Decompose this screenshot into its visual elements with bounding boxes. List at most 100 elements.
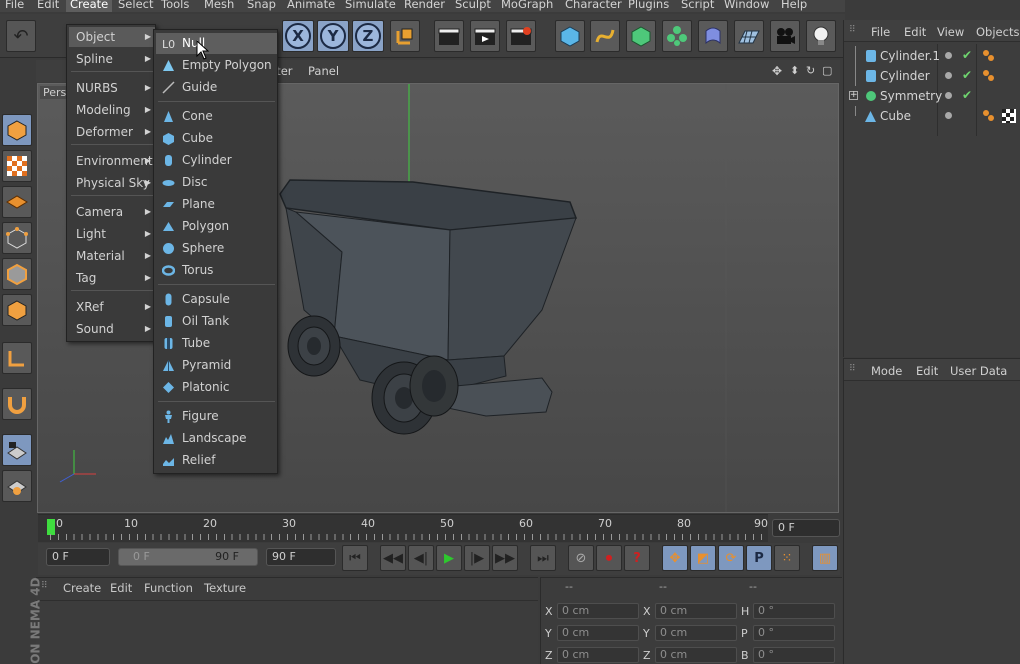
axis-mode-button[interactable]	[2, 342, 32, 374]
start-frame-field[interactable]: 0 F	[46, 548, 110, 566]
create-menu-deformer[interactable]: Deformer ▶	[69, 122, 155, 142]
size-y-field[interactable]: 0 cm	[655, 625, 737, 641]
create-menu-material[interactable]: Material ▶	[69, 246, 155, 266]
menu-file[interactable]: File	[1, 0, 28, 12]
object-menu-platonic[interactable]: Platonic	[156, 377, 277, 398]
create-menu-modeling[interactable]: Modeling ▶	[69, 100, 155, 120]
object-menu-tube[interactable]: Tube	[156, 333, 277, 354]
object-menu-cube[interactable]: Cube	[156, 128, 277, 149]
object-row-cylinder1[interactable]: Cylinder.1 ✔	[844, 46, 1020, 66]
object-menu-relief[interactable]: Relief	[156, 450, 277, 471]
undo-button[interactable]: ↶	[6, 20, 36, 52]
light-button[interactable]	[806, 20, 836, 52]
autokey-button[interactable]: ⏺	[596, 545, 622, 571]
floor-button[interactable]	[734, 20, 764, 52]
create-menu-sound[interactable]: Sound ▶	[69, 319, 155, 339]
menu-script[interactable]: Script	[677, 0, 718, 12]
enabled-check-icon[interactable]: ✔	[962, 65, 972, 85]
viewport-maximize-icon[interactable]: ▢	[822, 64, 832, 77]
object-menu-polygon[interactable]: Polygon	[156, 216, 277, 237]
viewport-rotate-icon[interactable]: ↻	[806, 64, 815, 77]
points-mode-button[interactable]	[2, 222, 32, 254]
menu-tools[interactable]: Tools	[157, 0, 193, 12]
phong-tag-icon[interactable]	[982, 49, 996, 63]
menu-character[interactable]: Character	[561, 0, 626, 12]
attr-menu-mode[interactable]: Mode	[871, 364, 902, 378]
object-menu-sphere[interactable]: Sphere	[156, 238, 277, 259]
viewport-menu-panel[interactable]: Panel	[308, 64, 339, 78]
menu-plugins[interactable]: Plugins	[624, 0, 673, 12]
camera-button[interactable]	[770, 20, 800, 52]
play-button[interactable]: ▶	[436, 545, 462, 571]
expand-icon[interactable]: +	[849, 91, 858, 100]
render-view-button[interactable]	[434, 20, 464, 52]
menu-create[interactable]: Create	[66, 0, 113, 12]
mat-menu-texture[interactable]: Texture	[204, 581, 246, 595]
menu-mesh[interactable]: Mesh	[200, 0, 238, 12]
object-menu-capsule[interactable]: Capsule	[156, 289, 277, 310]
record-keys-button[interactable]: ⊘	[568, 545, 594, 571]
create-menu-nurbs[interactable]: NURBS ▶	[69, 78, 155, 98]
rotation-p-field[interactable]: 0 °	[753, 625, 835, 641]
object-menu-empty-polygon[interactable]: Empty Polygon	[156, 55, 277, 76]
workplane-lock-button[interactable]	[2, 434, 32, 466]
phong-tag-icon[interactable]	[982, 69, 996, 83]
timeline-window-button[interactable]: ▥	[812, 545, 838, 571]
cube-object-button[interactable]	[555, 20, 585, 52]
object-row-cylinder[interactable]: Cylinder ✔	[844, 66, 1020, 86]
viewport-zoom-icon[interactable]: ⬍	[790, 64, 799, 77]
object-menu-figure[interactable]: Figure	[156, 406, 277, 427]
object-menu-oil-tank[interactable]: Oil Tank	[156, 311, 277, 332]
menu-edit[interactable]: Edit	[33, 0, 63, 12]
object-name[interactable]: Cube	[880, 106, 911, 126]
object-name[interactable]: Cylinder	[880, 66, 930, 86]
snap-button[interactable]	[2, 388, 32, 420]
create-menu-environment[interactable]: Environment ▶	[69, 151, 155, 171]
object-row-symmetry[interactable]: + Symmetry ✔	[844, 86, 1020, 106]
object-name[interactable]: Cylinder.1	[880, 46, 940, 66]
menu-sculpt[interactable]: Sculpt	[451, 0, 495, 12]
nurbs-button[interactable]	[626, 20, 656, 52]
key-parameter-button[interactable]: P	[746, 545, 772, 571]
rotation-b-field[interactable]: 0 °	[753, 647, 835, 663]
size-z-field[interactable]: 0 cm	[655, 647, 737, 663]
enabled-check-icon[interactable]: ✔	[962, 45, 972, 65]
viewport-move-icon[interactable]: ✥	[772, 64, 782, 78]
om-menu-objects[interactable]: Objects	[976, 25, 1019, 39]
create-menu-light[interactable]: Light ▶	[69, 224, 155, 244]
key-position-button[interactable]: ✥	[662, 545, 688, 571]
object-menu-landscape[interactable]: Landscape	[156, 428, 277, 449]
create-menu-spline[interactable]: Spline ▶	[69, 49, 155, 69]
menu-animate[interactable]: Animate	[283, 0, 339, 12]
model-mode-button[interactable]	[2, 114, 32, 146]
object-menu-pyramid[interactable]: Pyramid	[156, 355, 277, 376]
object-menu-plane[interactable]: Plane	[156, 194, 277, 215]
visibility-dot-icon[interactable]	[945, 92, 952, 99]
menu-simulate[interactable]: Simulate	[341, 0, 400, 12]
object-name[interactable]: Symmetry	[880, 86, 942, 106]
size-x-field[interactable]: 0 cm	[655, 603, 737, 619]
go-to-end-button[interactable]: ⏭	[530, 545, 556, 571]
texture-tag-icon[interactable]	[1002, 109, 1016, 123]
workplane-snap-button[interactable]	[2, 470, 32, 502]
mat-menu-function[interactable]: Function	[144, 581, 193, 595]
polygons-mode-button[interactable]	[2, 294, 32, 326]
timeline-ruler[interactable]: 0 10 20 30 40 50 60 70 80 90	[38, 514, 768, 542]
om-menu-file[interactable]: File	[871, 25, 890, 39]
menu-render[interactable]: Render	[400, 0, 449, 12]
om-menu-edit[interactable]: Edit	[904, 25, 926, 39]
x-axis-button[interactable]: X	[282, 20, 314, 52]
deformer-button[interactable]	[698, 20, 728, 52]
end-frame-field[interactable]: 90 F	[266, 548, 336, 566]
position-z-field[interactable]: 0 cm	[557, 647, 639, 663]
create-menu-tag[interactable]: Tag ▶	[69, 268, 155, 288]
object-menu-cylinder[interactable]: Cylinder	[156, 150, 277, 171]
create-menu-camera[interactable]: Camera ▶	[69, 202, 155, 222]
position-x-field[interactable]: 0 cm	[557, 603, 639, 619]
menu-select[interactable]: Select	[114, 0, 157, 12]
menu-window[interactable]: Window	[720, 0, 773, 12]
phong-tag-icon[interactable]	[982, 109, 996, 123]
mat-menu-edit[interactable]: Edit	[110, 581, 132, 595]
object-row-cube[interactable]: Cube	[844, 106, 1020, 126]
om-menu-view[interactable]: View	[937, 25, 964, 39]
